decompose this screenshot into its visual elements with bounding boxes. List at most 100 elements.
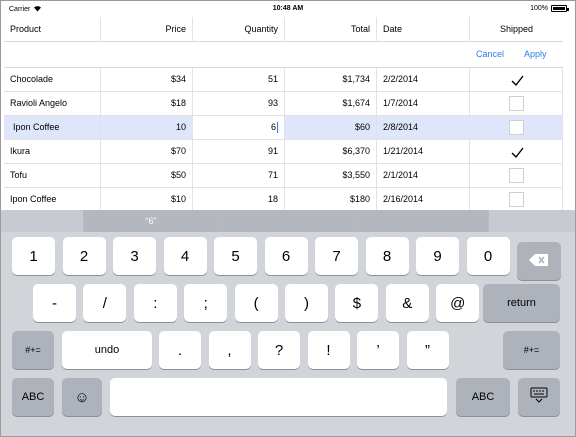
apply-button[interactable]: Apply [524, 49, 547, 59]
key-row2[interactable]: : [133, 284, 177, 322]
hide-keyboard-key[interactable] [518, 378, 560, 416]
cell-date[interactable]: 2/16/2014 [377, 188, 470, 211]
cell-shipped[interactable] [470, 68, 563, 91]
key-row1[interactable]: 3 [113, 237, 156, 275]
key-row3[interactable]: ! [307, 331, 350, 369]
cell-total[interactable]: $6,370 [285, 140, 377, 163]
key-row3[interactable]: ? [258, 331, 300, 369]
key-row2[interactable]: $ [335, 284, 379, 322]
key-row1[interactable]: 8 [365, 237, 409, 275]
shipped-checkbox[interactable] [508, 192, 524, 208]
cell-price[interactable]: $10 [101, 188, 193, 211]
table-row[interactable]: Ikura $70 91 $6,370 1/21/2014 [4, 140, 563, 164]
table-row[interactable]: Ravioli Angelo $18 93 $1,674 1/7/2014 [4, 92, 563, 116]
shipped-checkbox[interactable] [509, 144, 524, 159]
suggestion-end[interactable] [489, 210, 575, 232]
suggestion-middle[interactable]: “6” [84, 210, 219, 232]
cell-price[interactable]: $50 [101, 164, 193, 187]
col-header-total[interactable]: Total [285, 17, 377, 42]
undo-key[interactable]: undo [62, 331, 152, 369]
cell-shipped[interactable] [470, 164, 563, 187]
symbols-key-right[interactable]: #+= [503, 331, 560, 369]
cell-product[interactable]: Chocolade [4, 68, 101, 91]
cell-shipped[interactable] [470, 116, 563, 139]
abc-key-left[interactable]: ABC [12, 378, 54, 416]
col-header-shipped[interactable]: Shipped [470, 17, 563, 42]
shipped-checkbox[interactable] [509, 72, 524, 87]
cell-date[interactable]: 2/2/2014 [377, 68, 470, 91]
table-row[interactable]: Ipon Coffee $10 18 $180 2/16/2014 [4, 188, 563, 212]
cell-date[interactable]: 1/7/2014 [377, 92, 470, 115]
key-row1[interactable]: 0 [466, 237, 510, 275]
shipped-checkbox[interactable] [508, 96, 524, 112]
col-header-date[interactable]: Date [377, 17, 470, 42]
table-row[interactable]: Ipon Coffee 10 6 $60 2/8/2014 [4, 116, 563, 140]
cell-product[interactable]: Ravioli Angelo [4, 92, 101, 115]
space-key[interactable] [110, 378, 447, 416]
key-row1[interactable]: 7 [315, 237, 358, 275]
cell-price[interactable]: $34 [101, 68, 193, 91]
key-row1[interactable]: 9 [416, 237, 459, 275]
cell-quantity[interactable]: 6 [193, 116, 285, 139]
cell-price[interactable]: $70 [101, 140, 193, 163]
cell-quantity[interactable]: 93 [193, 92, 285, 115]
cell-date[interactable]: 2/1/2014 [377, 164, 470, 187]
cell-date[interactable]: 2/8/2014 [377, 116, 470, 139]
key-row2[interactable]: @ [436, 284, 480, 322]
key-row2[interactable]: ( [234, 284, 278, 322]
key-row2[interactable]: / [83, 284, 127, 322]
cell-total[interactable]: $3,550 [285, 164, 377, 187]
key-row3[interactable]: . [159, 331, 201, 369]
cell-product-text: Ravioli Angelo [10, 98, 68, 108]
return-key[interactable]: return [483, 284, 560, 322]
key-row2[interactable]: & [385, 284, 429, 322]
cancel-button[interactable]: Cancel [476, 49, 504, 59]
abc-key-right[interactable]: ABC [456, 378, 510, 416]
cell-total[interactable]: $1,674 [285, 92, 377, 115]
col-header-product[interactable]: Product [4, 17, 101, 42]
cell-product[interactable]: Tofu [4, 164, 101, 187]
key-row2[interactable]: ) [285, 284, 328, 322]
cell-quantity[interactable]: 91 [193, 140, 285, 163]
backspace-key[interactable] [517, 242, 561, 280]
col-header-price[interactable]: Price [101, 17, 193, 42]
cell-product[interactable]: Ikura [4, 140, 101, 163]
table-row[interactable]: Chocolade $34 51 $1,734 2/2/2014 [4, 68, 563, 92]
key-row2[interactable]: ; [184, 284, 228, 322]
key-row3[interactable]: ” [406, 331, 449, 369]
cell-shipped[interactable] [470, 92, 563, 115]
cell-total-text: $3,550 [342, 170, 370, 180]
cell-product[interactable]: Ipon Coffee [4, 116, 101, 139]
cell-total[interactable]: $60 [285, 116, 377, 139]
key-row1[interactable]: 6 [264, 237, 308, 275]
cell-price[interactable]: $18 [101, 92, 193, 115]
cell-date[interactable]: 1/21/2014 [377, 140, 470, 163]
symbols-key-left[interactable]: #+= [12, 331, 54, 369]
col-header-quantity[interactable]: Quantity [193, 17, 285, 42]
cell-quantity[interactable]: 51 [193, 68, 285, 91]
cell-quantity[interactable]: 18 [193, 188, 285, 211]
cell-shipped[interactable] [470, 140, 563, 163]
key-row1[interactable]: 1 [12, 237, 55, 275]
cell-total[interactable]: $1,734 [285, 68, 377, 91]
key-row2[interactable]: - [33, 284, 76, 322]
shipped-checkbox[interactable] [508, 120, 524, 136]
suggestion-center[interactable] [219, 210, 354, 232]
emoji-key[interactable]: ☺ [62, 378, 102, 416]
cell-price[interactable]: 10 [101, 116, 193, 139]
key-row3[interactable]: ’ [357, 331, 399, 369]
key-row1[interactable]: 2 [62, 237, 106, 275]
shipped-checkbox[interactable] [508, 168, 524, 184]
numeric-keyboard: return #+= undo #+= ABC ☺ ABC 1234567890… [1, 232, 575, 436]
suggestion-left[interactable] [1, 210, 84, 232]
cell-product-text: Ipon Coffee [10, 194, 57, 204]
cell-quantity[interactable]: 71 [193, 164, 285, 187]
suggestion-right[interactable] [354, 210, 489, 232]
cell-product[interactable]: Ipon Coffee [4, 188, 101, 211]
key-row3[interactable]: , [208, 331, 251, 369]
key-row1[interactable]: 4 [163, 237, 207, 275]
key-row1[interactable]: 5 [214, 237, 257, 275]
cell-total[interactable]: $180 [285, 188, 377, 211]
table-row[interactable]: Tofu $50 71 $3,550 2/1/2014 [4, 164, 563, 188]
cell-shipped[interactable] [470, 188, 563, 211]
